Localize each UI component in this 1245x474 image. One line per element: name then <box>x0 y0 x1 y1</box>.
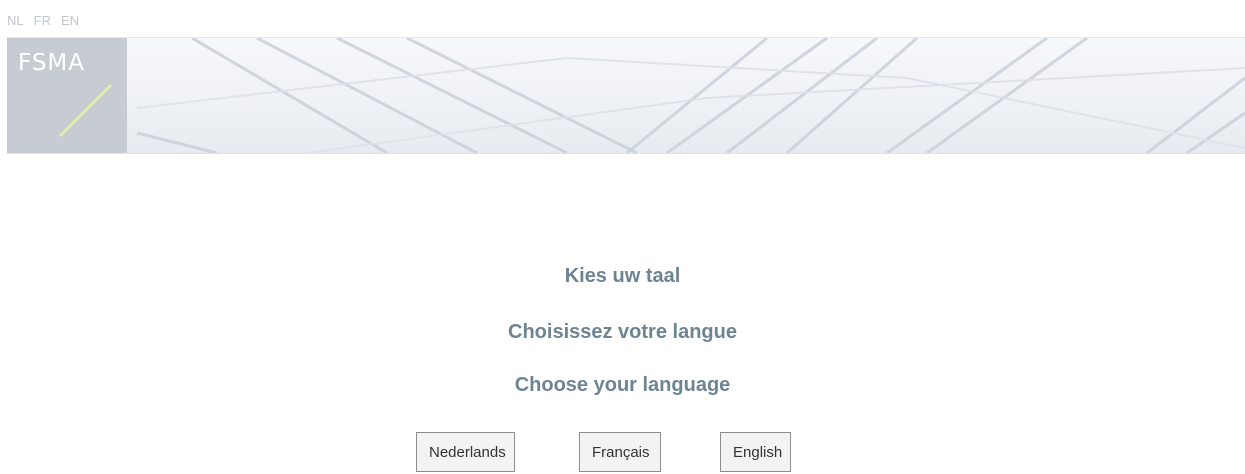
top-language-nav: NL FR EN <box>7 12 79 30</box>
english-button[interactable]: English <box>720 432 791 472</box>
nav-link-fr[interactable]: FR <box>34 12 51 30</box>
header-banner: FSMA <box>7 37 1245 154</box>
heading-english: Choose your language <box>514 374 731 396</box>
heading-french: Choisissez votre langue <box>508 321 737 343</box>
fsma-logo[interactable]: FSMA <box>7 38 127 153</box>
nav-link-nl[interactable]: NL <box>7 12 24 30</box>
language-buttons: Nederlands Français English <box>0 432 1245 472</box>
nav-link-en[interactable]: EN <box>61 12 79 30</box>
francais-button[interactable]: Français <box>579 432 661 472</box>
logo-slash-icon <box>58 83 113 138</box>
banner-architecture-lines <box>136 38 1245 153</box>
nederlands-button[interactable]: Nederlands <box>416 432 515 472</box>
heading-dutch: Kies uw taal <box>564 265 681 287</box>
language-selection-page: NL FR EN FSMA Kies uw taal Choisissez vo… <box>0 0 1245 474</box>
